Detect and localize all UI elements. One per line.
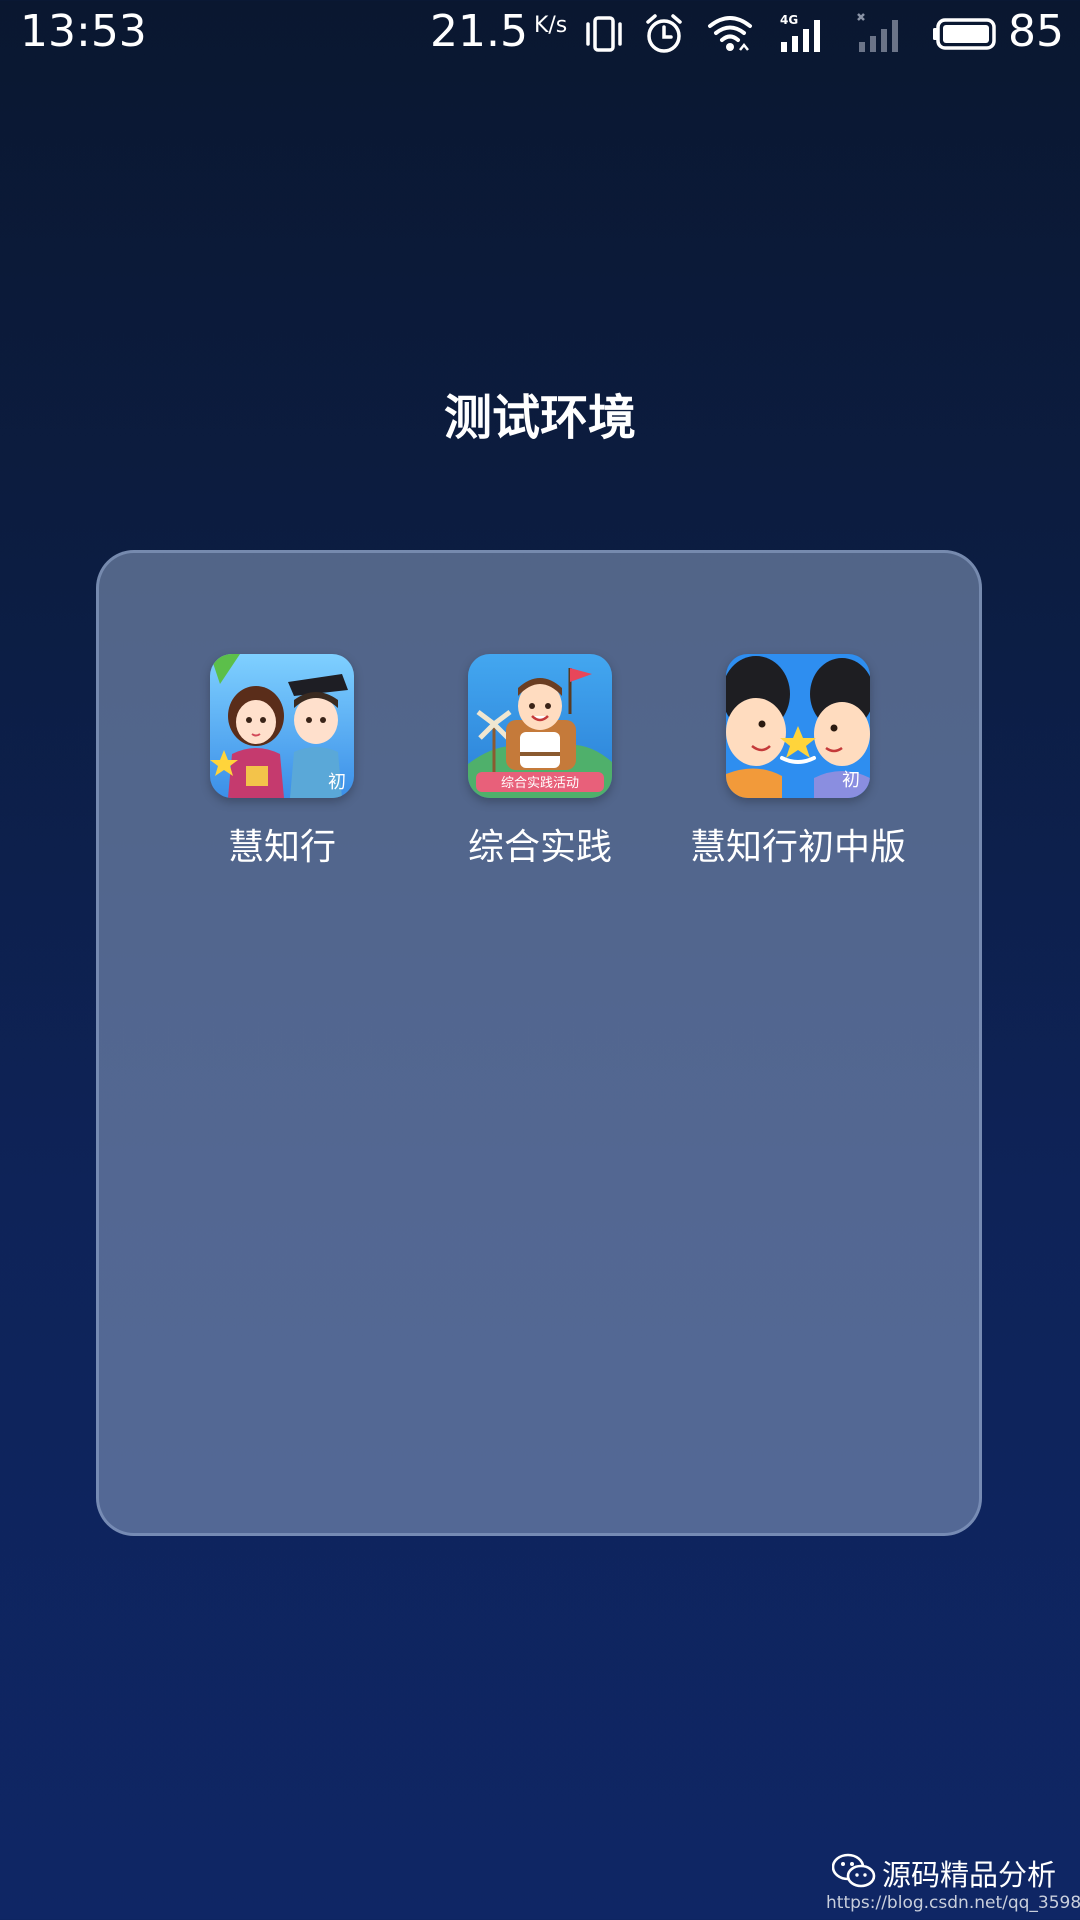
watermark-brand: 源码精品分析 xyxy=(882,1858,1057,1892)
battery-icon xyxy=(933,18,996,50)
network-speed-value: 21.5 xyxy=(430,6,528,57)
status-time: 13:53 xyxy=(20,6,147,57)
app-badge-junior: 初 xyxy=(842,770,860,791)
app-label: 慧知行初中版 xyxy=(689,827,906,868)
app-badge-junior: 初 xyxy=(328,772,346,793)
app-huizhixing[interactable]: 初 慧知行 xyxy=(162,654,402,874)
status-bar: 13:53 21.5 K/s 4G 85 xyxy=(0,0,1080,70)
app-banner: 综合实践活动 xyxy=(500,776,579,791)
network-speed-unit: K/s xyxy=(533,13,568,38)
watermark-url: https://blog.csdn.net/qq_35984787 xyxy=(826,1893,1080,1913)
app-zonghe-shijian[interactable]: 综合实践活动 综合实践 xyxy=(420,654,660,874)
wechat-icon xyxy=(832,1853,876,1888)
svg-text:4G: 4G xyxy=(780,13,798,27)
folder-title[interactable]: 测试环境 xyxy=(0,378,1080,448)
wifi-icon xyxy=(708,16,752,51)
huizhixing-app-icon[interactable]: 初 xyxy=(210,654,354,798)
network-speed: 21.5 K/s xyxy=(430,6,567,57)
app-huizhixing-junior[interactable]: 初 慧知行初中版 xyxy=(678,654,918,874)
huizhixing-junior-app-icon[interactable]: 初 xyxy=(726,654,870,798)
zonghe-shijian-app-icon[interactable]: 综合实践活动 xyxy=(468,654,612,798)
signal-no-service-icon xyxy=(857,13,898,52)
app-label: 慧知行 xyxy=(227,827,336,868)
alarm-icon xyxy=(646,14,682,53)
app-label: 综合实践 xyxy=(467,827,612,868)
signal-4g-icon: 4G xyxy=(780,13,820,52)
vibrate-icon xyxy=(586,16,622,52)
battery-level: 85 xyxy=(1008,6,1064,57)
